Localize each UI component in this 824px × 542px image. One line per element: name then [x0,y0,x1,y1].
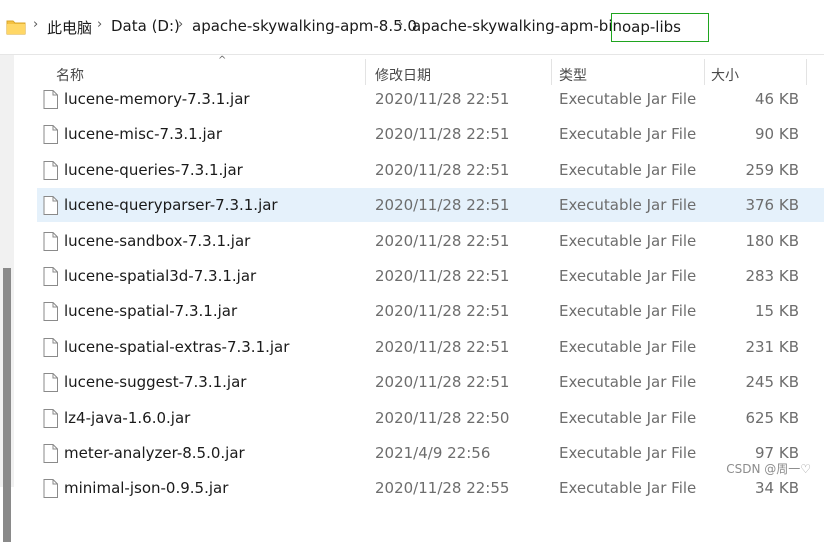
file-name: lucene-spatial3d-7.3.1.jar [64,267,257,285]
sort-ascending-icon: ^ [218,55,227,66]
file-size: 245 KB [745,373,799,391]
file-size: 34 KB [755,479,799,497]
file-size: 46 KB [755,90,799,108]
file-name: lucene-memory-7.3.1.jar [64,90,250,108]
file-name: lucene-queryparser-7.3.1.jar [64,196,278,214]
file-name: lucene-queries-7.3.1.jar [64,161,243,179]
file-icon [43,444,58,463]
file-name: lucene-spatial-7.3.1.jar [64,302,238,320]
file-type: Executable Jar File [559,232,697,250]
file-icon [43,125,58,144]
file-icon [43,479,58,498]
file-name: lucene-spatial-extras-7.3.1.jar [64,338,290,356]
file-size: 625 KB [745,409,799,427]
file-row[interactable]: lucene-sandbox-7.3.1.jar 2020/11/28 22:51… [37,224,824,258]
file-date-modified: 2020/11/28 22:51 [375,196,510,214]
chevron-right-icon[interactable]: › [97,17,102,32]
file-name: meter-analyzer-8.5.0.jar [64,444,245,462]
file-icon [43,409,58,428]
file-size: 259 KB [745,161,799,179]
file-type: Executable Jar File [559,267,697,285]
file-date-modified: 2021/4/9 22:56 [375,444,491,462]
file-type: Executable Jar File [559,302,697,320]
file-row[interactable]: lucene-spatial3d-7.3.1.jar 2020/11/28 22:… [37,259,824,293]
file-name: lz4-java-1.6.0.jar [64,409,191,427]
file-row[interactable]: meter-analyzer-8.5.0.jar 2021/4/9 22:56 Ex… [37,436,824,470]
file-type: Executable Jar File [559,338,697,356]
file-row[interactable]: lucene-spatial-extras-7.3.1.jar 2020/11/2… [37,330,824,364]
file-name: lucene-sandbox-7.3.1.jar [64,232,251,250]
file-size: 180 KB [745,232,799,250]
file-icon [43,338,58,357]
file-row[interactable]: lucene-spatial-7.3.1.jar 2020/11/28 22:51… [37,294,824,328]
file-icon [43,302,58,321]
chevron-right-icon[interactable]: › [178,17,183,32]
file-size: 376 KB [745,196,799,214]
file-size: 231 KB [745,338,799,356]
file-icon [43,90,58,109]
file-type: Executable Jar File [559,373,697,391]
breadcrumb-current-folder[interactable]: oap-libs [611,13,709,42]
file-type: Executable Jar File [559,161,697,179]
file-size: 283 KB [745,267,799,285]
breadcrumb-data-drive[interactable]: Data (D:) [111,17,180,35]
file-row[interactable]: lucene-suggest-7.3.1.jar 2020/11/28 22:51… [37,365,824,399]
breadcrumb-this-pc[interactable]: 此电脑 [47,17,92,38]
file-name: minimal-json-0.9.5.jar [64,479,229,497]
breadcrumb-skywalking-bin[interactable]: apache-skywalking-apm-bin [412,17,622,35]
file-date-modified: 2020/11/28 22:51 [375,90,510,108]
file-date-modified: 2020/11/28 22:51 [375,267,510,285]
file-date-modified: 2020/11/28 22:51 [375,161,510,179]
chevron-right-icon[interactable]: › [33,17,38,32]
file-date-modified: 2020/11/28 22:51 [375,373,510,391]
file-type: Executable Jar File [559,479,697,497]
file-type: Executable Jar File [559,90,697,108]
address-bar[interactable]: › 此电脑 › Data (D:) › apache-skywalking-ap… [0,0,824,54]
watermark: CSDN @周一♡ [723,460,814,477]
file-size: 90 KB [755,125,799,143]
file-row[interactable]: lucene-memory-7.3.1.jar 2020/11/28 22:51 E… [37,82,824,116]
file-type: Executable Jar File [559,196,697,214]
file-icon [43,373,58,392]
file-row[interactable]: lucene-queries-7.3.1.jar 2020/11/28 22:51… [37,153,824,187]
file-date-modified: 2020/11/28 22:51 [375,302,510,320]
file-list: lucene-memory-7.3.1.jar 2020/11/28 22:51 E… [0,82,824,498]
file-date-modified: 2020/11/28 22:50 [375,409,510,427]
file-name: lucene-suggest-7.3.1.jar [64,373,247,391]
file-type: Executable Jar File [559,409,697,427]
breadcrumb-skywalking-apm[interactable]: apache-skywalking-apm-8.5.0 [192,17,417,35]
file-row[interactable]: minimal-json-0.9.5.jar 2020/11/28 22:55 Ex… [37,471,824,505]
file-icon [43,196,58,215]
folder-icon [6,20,26,35]
file-row[interactable]: lz4-java-1.6.0.jar 2020/11/28 22:50 Execut… [37,401,824,435]
file-name: lucene-misc-7.3.1.jar [64,125,223,143]
file-date-modified: 2020/11/28 22:55 [375,479,510,497]
file-date-modified: 2020/11/28 22:51 [375,232,510,250]
file-row[interactable]: lucene-queryparser-7.3.1.jar 2020/11/28 2… [37,188,824,222]
file-size: 15 KB [755,302,799,320]
file-date-modified: 2020/11/28 22:51 [375,125,510,143]
file-type: Executable Jar File [559,444,697,462]
file-row[interactable]: lucene-misc-7.3.1.jar 2020/11/28 22:51 Exe… [37,117,824,151]
file-icon [43,232,58,251]
file-type: Executable Jar File [559,125,697,143]
file-icon [43,267,58,286]
file-icon [43,161,58,180]
chevron-right-icon[interactable]: › [398,17,403,32]
file-date-modified: 2020/11/28 22:51 [375,338,510,356]
